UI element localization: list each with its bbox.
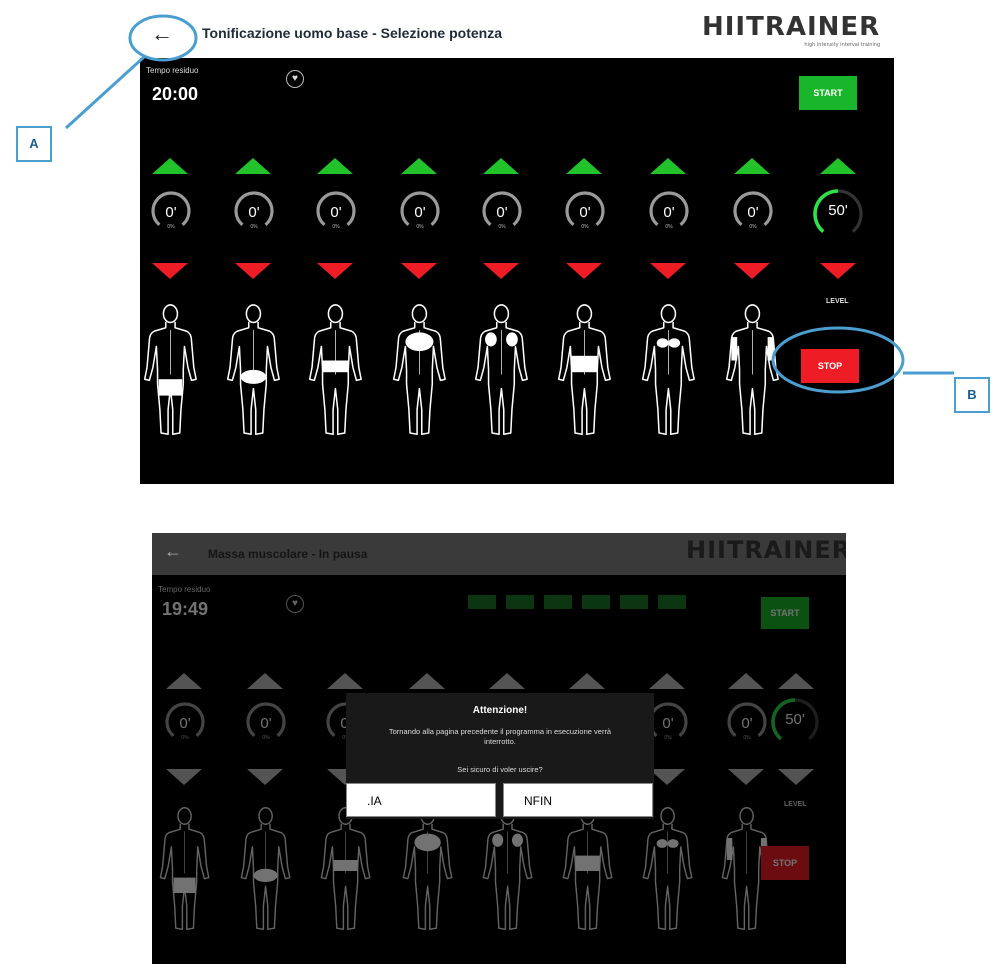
body-figure-abdomen bbox=[562, 807, 613, 931]
back-arrow-icon[interactable]: ← bbox=[164, 541, 182, 562]
body-figure-shoulders bbox=[482, 807, 533, 931]
confirm-exit-button[interactable]: NFIN bbox=[503, 783, 653, 817]
hiitrainer-logo: HIITRAINER bbox=[686, 536, 846, 564]
decrease-arrow-icon[interactable] bbox=[166, 769, 202, 785]
dialog-question: Sei sicuro di voler uscire? bbox=[457, 765, 543, 774]
increase-arrow-icon[interactable] bbox=[728, 673, 764, 689]
gauge-value: 0' bbox=[260, 715, 272, 732]
body-figure-lower-back bbox=[320, 807, 371, 931]
bottom-screenshot: ← Massa muscolare - In pausa HIITRAINER … bbox=[152, 533, 846, 964]
intensity-gauge: 0' 0% bbox=[726, 701, 768, 743]
bottom-title-bar: ← Massa muscolare - In pausa HIITRAINER bbox=[152, 533, 846, 575]
decrease-arrow-icon[interactable] bbox=[649, 769, 685, 785]
progress-segment bbox=[658, 595, 686, 609]
increase-arrow-icon[interactable] bbox=[569, 673, 605, 689]
page-title: Massa muscolare - In pausa bbox=[208, 547, 368, 561]
progress-segment bbox=[468, 595, 496, 609]
gauge-percent: 0% bbox=[743, 735, 751, 741]
increase-arrow-icon[interactable] bbox=[489, 673, 525, 689]
increase-arrow-icon[interactable] bbox=[247, 673, 283, 689]
increase-arrow-icon[interactable] bbox=[778, 673, 814, 689]
heart-rate-icon[interactable]: ♥ bbox=[286, 595, 304, 613]
time-remaining-value: 19:49 bbox=[162, 599, 209, 619]
time-remaining-label: Tempo residuo bbox=[158, 585, 211, 594]
increase-arrow-icon[interactable] bbox=[166, 673, 202, 689]
dialog-message: Tornando alla pagina precedente il progr… bbox=[388, 727, 612, 746]
gauge-percent: 0% bbox=[262, 735, 270, 741]
callout-b-ring bbox=[771, 326, 905, 394]
callout-label-b: B bbox=[954, 377, 990, 413]
decrease-arrow-icon[interactable] bbox=[728, 769, 764, 785]
progress-segment bbox=[582, 595, 610, 609]
decrease-arrow-icon[interactable] bbox=[778, 769, 814, 785]
increase-arrow-icon[interactable] bbox=[409, 673, 445, 689]
intensity-gauge: 50' bbox=[770, 697, 820, 747]
gauge-percent: 0% bbox=[181, 735, 189, 741]
increase-arrow-icon[interactable] bbox=[649, 673, 685, 689]
dialog-title: Attenzione! bbox=[472, 705, 528, 716]
body-figure-chest bbox=[642, 807, 693, 931]
progress-segment bbox=[620, 595, 648, 609]
increase-arrow-icon[interactable] bbox=[327, 673, 363, 689]
intensity-gauge: 0' 0% bbox=[245, 701, 287, 743]
body-figure-upper-back bbox=[402, 807, 453, 931]
start-button[interactable]: START bbox=[761, 597, 809, 629]
gauge-value: 0' bbox=[741, 715, 753, 732]
progress-segment bbox=[506, 595, 534, 609]
gauge-value: 0' bbox=[179, 715, 191, 732]
body-figure-thighs bbox=[159, 807, 210, 931]
intensity-gauge: 0' 0% bbox=[164, 701, 206, 743]
callout-a-line bbox=[64, 55, 146, 130]
progress-segment bbox=[544, 595, 572, 609]
body-figure-glutes bbox=[240, 807, 291, 931]
decrease-arrow-icon[interactable] bbox=[247, 769, 283, 785]
gauge-value: 50' bbox=[785, 711, 805, 728]
cancel-button[interactable]: .IA bbox=[346, 783, 496, 817]
stop-button[interactable]: STOP bbox=[761, 846, 809, 880]
callout-label-a: A bbox=[16, 126, 52, 162]
level-label: LEVEL bbox=[784, 801, 807, 808]
exit-confirm-dialog: Attenzione! Tornando alla pagina precede… bbox=[346, 693, 654, 819]
callout-overlay bbox=[64, 14, 954, 394]
callout-a-ring bbox=[128, 14, 198, 62]
